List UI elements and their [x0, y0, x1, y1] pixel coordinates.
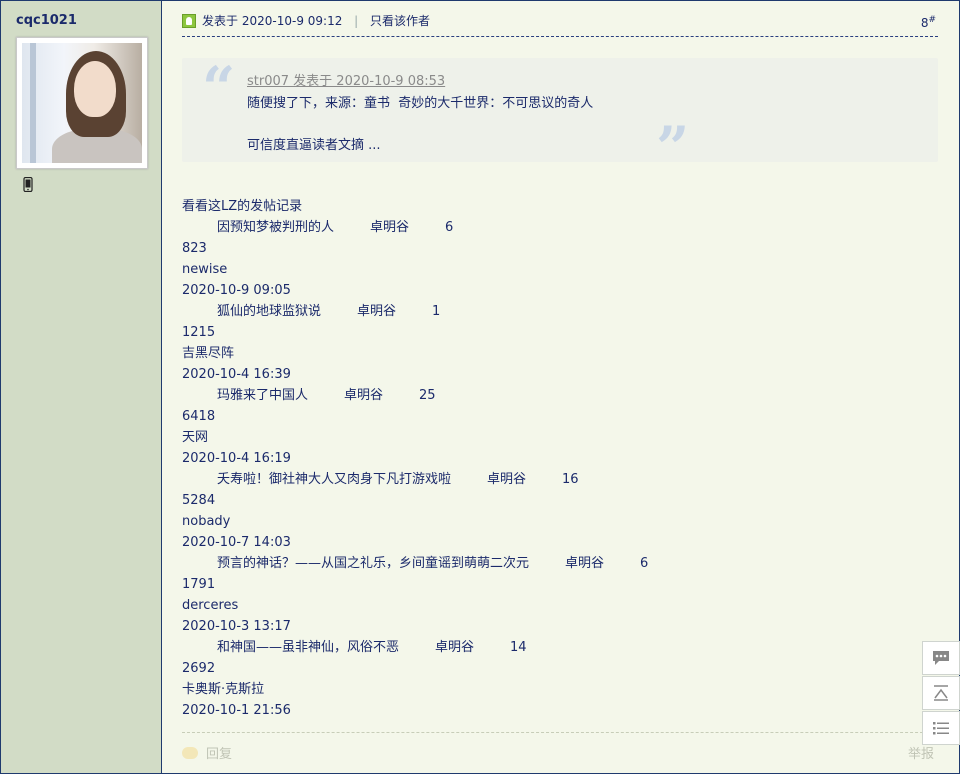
comment-button[interactable] — [922, 641, 960, 675]
record-last-time: 2020-10-7 14:03 — [182, 535, 291, 550]
record-title-line: 预言的神话？——从国之礼乐，乡间童谣到萌萌二次元 卓明谷 6 — [182, 553, 938, 574]
quote-block: “ str007 发表于 2020-10-9 08:53 随便搜了下，来源：童书… — [182, 54, 938, 182]
list-icon — [933, 722, 949, 735]
record-views: 823 — [182, 241, 207, 256]
posted-label: 发表于 — [202, 14, 239, 28]
quote-open-icon: “ — [202, 54, 236, 122]
record-last-time: 2020-10-4 16:39 — [182, 367, 291, 382]
record-views: 1215 — [182, 325, 216, 340]
record-title[interactable]: 玛雅来了中国人 — [217, 388, 308, 403]
avatar[interactable] — [16, 37, 148, 169]
reply-button[interactable]: 回复 — [182, 743, 232, 762]
record-replies: 6 — [640, 556, 649, 571]
record-title[interactable]: 夭寿啦！御社神大人又肉身下凡打游戏啦 — [217, 472, 451, 487]
record-title-line: 因预知梦被判刑的人 卓明谷 6 — [182, 217, 938, 238]
record-replies: 25 — [419, 388, 436, 403]
record-author[interactable]: 卓明谷 — [435, 640, 474, 655]
record-replies: 14 — [510, 640, 527, 655]
record-last-time: 2020-10-1 21:56 — [182, 703, 291, 718]
record-last-time: 2020-10-9 09:05 — [182, 283, 291, 298]
record-author[interactable]: 卓明谷 — [487, 472, 526, 487]
record-title-line: 夭寿啦！御社神大人又肉身下凡打游戏啦 卓明谷 16 — [182, 469, 938, 490]
record-title-line: 玛雅来了中国人 卓明谷 25 — [182, 385, 938, 406]
record-views: 2692 — [182, 661, 216, 676]
reply-icon — [182, 747, 198, 759]
meta-separator: | — [354, 14, 359, 28]
post-header: 发表于 2020-10-9 09:12 | 只看该作者 8# — [182, 12, 938, 37]
post-list-button[interactable] — [922, 711, 960, 745]
record-title[interactable]: 预言的神话？——从国之礼乐，乡间童谣到萌萌二次元 — [217, 556, 529, 571]
avatar-image — [22, 43, 142, 163]
record-author[interactable]: 卓明谷 — [370, 220, 409, 235]
record-title-line: 和神国——虽非神仙，风俗不恶 卓明谷 14 — [182, 637, 938, 658]
record-last-time: 2020-10-3 13:17 — [182, 619, 291, 634]
record-last-user: nobady — [182, 514, 231, 529]
record-last-user: 天网 — [182, 430, 209, 445]
record-title[interactable]: 因预知梦被判刑的人 — [217, 220, 334, 235]
back-to-top-icon — [934, 685, 948, 701]
record-replies: 16 — [562, 472, 579, 487]
post-main: 发表于 2020-10-9 09:12 | 只看该作者 8# “ str007 … — [182, 0, 940, 774]
record-views: 6418 — [182, 409, 216, 424]
only-author-link[interactable]: 只看该作者 — [370, 14, 430, 28]
author-sidebar: cqc1021 — [1, 1, 162, 773]
comment-icon — [933, 651, 949, 665]
floor-number[interactable]: 8# — [921, 15, 936, 30]
mobile-phone-icon — [23, 177, 33, 192]
record-last-time: 2020-10-4 16:19 — [182, 451, 291, 466]
back-to-top-button[interactable] — [922, 676, 960, 710]
record-views: 5284 — [182, 493, 216, 508]
record-replies: 1 — [432, 304, 441, 319]
record-views: 1791 — [182, 577, 216, 592]
quote-author-link[interactable]: str007 发表于 2020-10-9 08:53 — [247, 70, 445, 89]
record-author[interactable]: 卓明谷 — [357, 304, 396, 319]
record-replies: 6 — [445, 220, 454, 235]
author-username[interactable]: cqc1021 — [16, 13, 77, 28]
record-last-user: 吉黑尽阵 — [182, 346, 235, 361]
content-heading: 看看这LZ的发帖记录 — [182, 199, 303, 214]
quote-line: 随便搜了下，来源：童书 奇妙的大千世界：不可思议的奇人 — [247, 96, 594, 111]
online-status-icon — [182, 14, 196, 28]
quote-line: 可信度直逼读者文摘 ... — [247, 138, 381, 153]
record-last-user: derceres — [182, 598, 239, 613]
side-toolbar — [922, 641, 960, 746]
post-meta: 发表于 2020-10-9 09:12 | 只看该作者 — [202, 12, 430, 29]
record-author[interactable]: 卓明谷 — [344, 388, 383, 403]
record-title[interactable]: 狐仙的地球监狱说 — [217, 304, 321, 319]
record-last-user: 卡奥斯·克斯拉 — [182, 682, 265, 697]
quote-close-icon: ” — [656, 114, 690, 182]
post-content: 看看这LZ的发帖记录 因预知梦被判刑的人 卓明谷 6 823 newise 2020-10… — [182, 196, 938, 721]
post-footer: 回复 举报 — [182, 732, 938, 773]
record-title[interactable]: 和神国——虽非神仙，风俗不恶 — [217, 640, 399, 655]
record-author[interactable]: 卓明谷 — [565, 556, 604, 571]
posted-time: 2020-10-9 09:12 — [241, 14, 343, 28]
record-last-user: newise — [182, 262, 228, 277]
record-title-line: 狐仙的地球监狱说 卓明谷 1 — [182, 301, 938, 322]
